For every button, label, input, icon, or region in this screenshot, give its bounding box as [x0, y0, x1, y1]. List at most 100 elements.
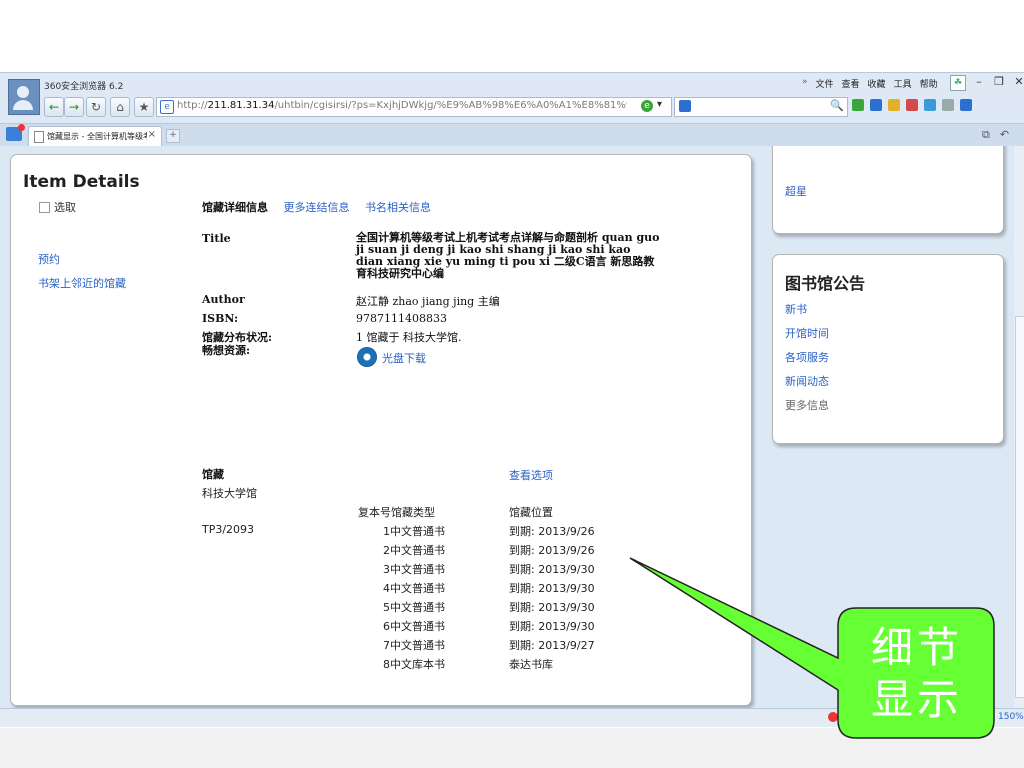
scrollbar-thumb[interactable] [1015, 316, 1024, 698]
secure-site-icon[interactable]: e [641, 100, 653, 112]
view-options-link[interactable]: 查看选项 [509, 467, 553, 483]
page-icon [34, 131, 44, 143]
copy-location-7: 到期: 2013/9/27 [509, 639, 595, 652]
title-value: 全国计算机等级考试上机考试考点详解与命题剖析 quan guo ji suan … [356, 231, 660, 280]
chaoxing-link[interactable]: 超星 [785, 183, 807, 199]
slide-footer-band [0, 728, 1024, 768]
shield-icon[interactable] [888, 99, 900, 111]
callout-line-1: 细节 [870, 623, 963, 672]
announcement-more[interactable]: 更多信息 [785, 397, 829, 413]
select-label: 选取 [54, 201, 76, 214]
resource-label: 畅想资源: [202, 344, 251, 357]
copy-location-5: 到期: 2013/9/30 [509, 601, 595, 614]
copy-type-3: 3中文普通书 [383, 563, 445, 576]
search-input[interactable]: 🔍 [674, 97, 848, 117]
status-alert-icon[interactable] [828, 712, 838, 722]
page-title: Item Details [23, 172, 140, 192]
search-engine-icon[interactable] [679, 100, 691, 112]
zoom-tool-icon[interactable] [942, 99, 954, 111]
author-value: 赵江静 zhao jiang jing 主编 [356, 295, 500, 308]
holdings-library: 科技大学馆 [202, 487, 257, 500]
menu-file[interactable]: 文件 [816, 77, 834, 90]
title-label: Title [202, 232, 231, 245]
call-number: TP3/2093 [202, 523, 255, 536]
restore-icon[interactable]: ❐ [992, 75, 1006, 89]
home-icon[interactable]: ⌂ [110, 97, 130, 117]
address-url[interactable]: http://211.81.31.34/uhtbin/cgisirsi/?ps=… [177, 100, 627, 111]
translate-icon[interactable] [924, 99, 936, 111]
tab-active[interactable]: 馆藏显示 - 全国计算机等级考 × [28, 126, 162, 146]
copy-location-4: 到期: 2013/9/30 [509, 582, 595, 595]
copy-location-2: 到期: 2013/9/26 [509, 544, 595, 557]
copy-location-8: 泰达书库 [509, 658, 553, 671]
skin-icon[interactable]: ☘ [950, 75, 966, 91]
menu-chevron-icon[interactable]: » [802, 77, 808, 90]
cd-disc-icon[interactable] [357, 347, 377, 367]
vertical-scrollbar[interactable] [1014, 146, 1024, 708]
nearby-shelf-link[interactable]: 书架上邻近的馆藏 [38, 275, 126, 291]
select-checkbox[interactable] [39, 202, 50, 213]
sidebar-links-panel: 超星 [772, 146, 1004, 234]
menu-bar: » 文件 查看 收藏 工具 帮助 [802, 77, 938, 90]
copy-type-5: 5中文普通书 [383, 601, 445, 614]
tab-bar: 馆藏显示 - 全国计算机等级考 × + ⧉ ↶ [0, 123, 1024, 146]
menu-help[interactable]: 帮助 [920, 77, 938, 90]
tab-title-related[interactable]: 书名相关信息 [365, 201, 431, 214]
address-bar[interactable]: e http://211.81.31.34/uhtbin/cgisirsi/?p… [156, 97, 672, 117]
copy-type-1: 1中文普通书 [383, 525, 445, 538]
apps-icon[interactable] [852, 99, 864, 111]
window-controls: ☘ – ❐ ✕ [950, 75, 1024, 91]
callout-line-2: 显示 [870, 675, 963, 724]
search-icon[interactable]: 🔍 [830, 99, 844, 112]
callout-text: 细节 显示 [842, 622, 992, 726]
copy-location-3: 到期: 2013/9/30 [509, 563, 595, 576]
app-title: 360安全浏览器 6.2 [44, 82, 124, 92]
announcement-panel: 图书馆公告 新书 开馆时间 各项服务 新闻动态 更多信息 [772, 254, 1004, 444]
copy-type-8: 8中文库本书 [383, 658, 445, 671]
copy-type-4: 4中文普通书 [383, 582, 445, 595]
isbn-value: 9787111408833 [356, 312, 447, 325]
menu-tools[interactable]: 工具 [894, 77, 912, 90]
copy-location-1: 到期: 2013/9/26 [509, 525, 595, 538]
navigation-toolbar: ← → ↻ ⌂ ★ e http://211.81.31.34/uhtbin/c… [0, 95, 1024, 119]
menu-favorites[interactable]: 收藏 [868, 77, 886, 90]
announcement-services[interactable]: 各项服务 [785, 349, 829, 365]
copy-type-7: 7中文普通书 [383, 639, 445, 652]
minimize-icon[interactable]: – [972, 75, 986, 89]
column-copy-type: 复本号馆藏类型 [358, 506, 435, 519]
reserve-link[interactable]: 预约 [38, 251, 60, 267]
announcement-opening-hours[interactable]: 开馆时间 [785, 325, 829, 341]
detail-tabs: 馆藏详细信息 更多连结信息 书名相关信息 [202, 199, 443, 215]
zoom-level[interactable]: 150% [998, 712, 1024, 722]
title-bar: 360安全浏览器 6.2 » 文件 查看 收藏 工具 帮助 ☘ – ❐ ✕ [0, 73, 1024, 115]
site-icon: e [160, 100, 174, 114]
tab-title: 馆藏显示 - 全国计算机等级考 [47, 132, 147, 141]
tab-tools: ⧉ ↶ [982, 128, 1009, 142]
cd-download-link[interactable]: 光盘下载 [382, 350, 426, 366]
announcement-new-books[interactable]: 新书 [785, 301, 807, 317]
announcement-news[interactable]: 新闻动态 [785, 373, 829, 389]
isbn-label: ISBN: [202, 312, 239, 325]
menu-view[interactable]: 查看 [842, 77, 860, 90]
item-details-panel: Item Details 选取 预约 书架上邻近的馆藏 馆藏详细信息 更多连结信… [10, 154, 752, 706]
distribution-value: 1 馆藏于 科技大学馆. [356, 331, 462, 344]
holdings-label: 馆藏 [202, 468, 224, 481]
undo-close-icon[interactable]: ↶ [1000, 128, 1009, 142]
refresh-icon[interactable]: ↻ [86, 97, 106, 117]
tab-more-links[interactable]: 更多连结信息 [284, 201, 350, 214]
screenshot-icon[interactable] [906, 99, 918, 111]
forward-icon[interactable]: → [64, 97, 84, 117]
browser-logo-icon[interactable] [6, 124, 25, 141]
favorite-star-icon[interactable]: ★ [134, 97, 154, 117]
back-icon[interactable]: ← [44, 97, 64, 117]
key-icon[interactable] [870, 99, 882, 111]
close-window-icon[interactable]: ✕ [1012, 75, 1024, 89]
new-tab-icon[interactable]: + [166, 129, 180, 143]
extension-icon[interactable] [960, 99, 972, 111]
close-tab-icon[interactable]: × [148, 129, 156, 140]
address-dropdown-icon[interactable]: ▾ [657, 99, 662, 110]
announcement-title: 图书馆公告 [785, 274, 866, 293]
tab-list-icon[interactable]: ⧉ [982, 128, 990, 142]
author-label: Author [202, 293, 245, 306]
copy-location-6: 到期: 2013/9/30 [509, 620, 595, 633]
